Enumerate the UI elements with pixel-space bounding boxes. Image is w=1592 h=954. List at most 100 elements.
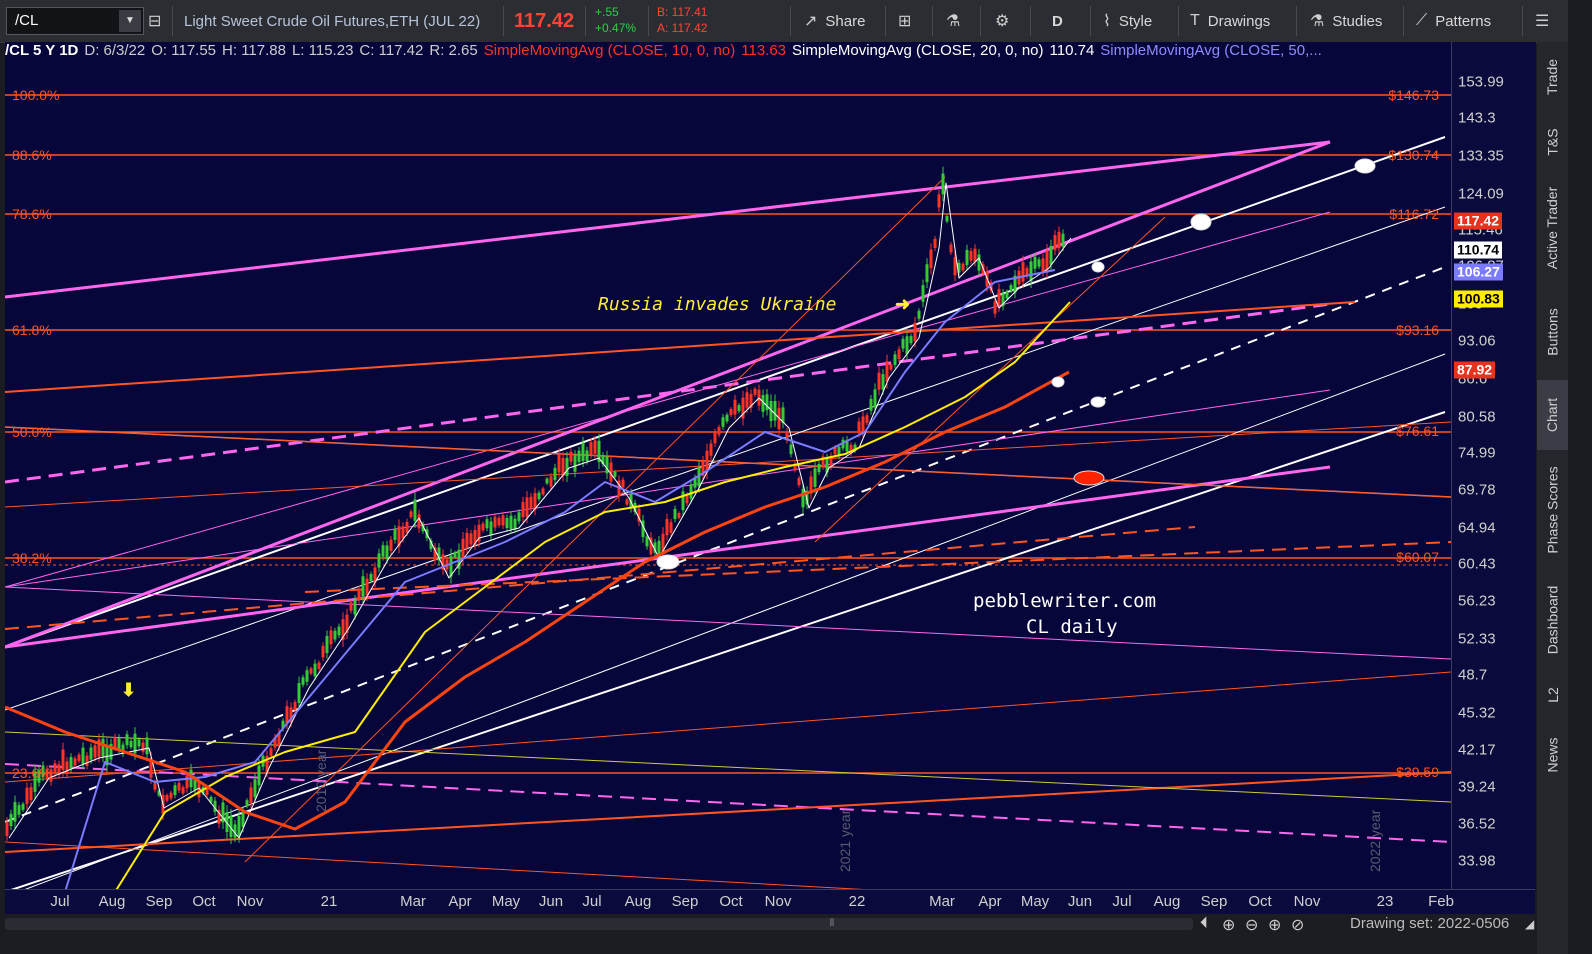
- candle: [797, 478, 801, 486]
- candle: [961, 263, 965, 271]
- target-marker: [656, 554, 680, 570]
- candle: [81, 747, 85, 764]
- trendline-dashed: [5, 266, 1446, 823]
- candle: [881, 374, 885, 390]
- grid-button[interactable]: ⊞: [898, 0, 919, 42]
- tab-active-trader[interactable]: Active Trader: [1537, 172, 1568, 284]
- candle: [293, 702, 297, 710]
- candle: [753, 388, 757, 395]
- settings-button[interactable]: ⚙: [995, 0, 1017, 42]
- share-button[interactable]: ↗ Share: [804, 0, 865, 42]
- fib-pct-886: 88.6%: [12, 147, 52, 163]
- candle: [889, 364, 893, 370]
- candle: [1033, 256, 1037, 269]
- candle: [113, 737, 117, 748]
- candle: [337, 626, 341, 636]
- time-axis[interactable]: Jul Aug Sep Oct Nov 21 Mar Apr May Jun J…: [5, 889, 1535, 915]
- tab-level-2[interactable]: L2: [1537, 670, 1568, 720]
- candle: [117, 738, 121, 750]
- candle: [977, 254, 981, 271]
- tab-buttons[interactable]: Buttons: [1537, 284, 1568, 380]
- symbol-input[interactable]: /CL ▼: [6, 7, 144, 35]
- aggregation-button[interactable]: D: [1052, 0, 1063, 42]
- time-label: Aug: [1153, 893, 1181, 910]
- scroll-left-icon[interactable]: ⏴: [1200, 915, 1208, 933]
- candle: [873, 389, 877, 408]
- zoom-out-icon[interactable]: ⊖: [1245, 915, 1258, 935]
- target-marker: [1091, 261, 1105, 273]
- style-button[interactable]: ⌇ Style: [1103, 0, 1152, 42]
- tab-chart[interactable]: Chart: [1537, 380, 1568, 450]
- candle: [141, 742, 145, 752]
- zoom-in-icon[interactable]: ⊕: [1268, 915, 1281, 935]
- time-label: Jul: [582, 893, 602, 910]
- year-marker-3: 2022 year: [1367, 809, 1383, 872]
- event-annotation: Russia invades Ukraine: [598, 294, 837, 315]
- candle: [505, 517, 509, 528]
- candle: [721, 417, 725, 427]
- candle: [737, 405, 741, 412]
- fib-pct-618: 61.8%: [12, 322, 52, 338]
- time-label: Mar: [929, 893, 955, 910]
- orange-thin: [5, 421, 1451, 508]
- tab-time-and-sales[interactable]: T&S: [1537, 112, 1568, 172]
- tab-trade[interactable]: Trade: [1537, 42, 1568, 112]
- candle: [733, 399, 737, 415]
- fib-price-500: $76.61: [1396, 423, 1439, 439]
- drawing-set-label[interactable]: Drawing set: 2022-0506: [1350, 915, 1509, 932]
- candle: [813, 468, 817, 487]
- menu-button[interactable]: ☰: [1535, 0, 1557, 42]
- candle: [745, 392, 749, 408]
- price-axis[interactable]: 153.99 143.3 133.35 124.09 115.46 106.87…: [1451, 42, 1536, 889]
- horizontal-scrollbar[interactable]: [5, 918, 1193, 930]
- candle: [469, 533, 473, 545]
- price-label: 93.06: [1458, 332, 1496, 350]
- flask-button[interactable]: ⚗: [946, 0, 968, 42]
- symbol-settings-icon[interactable]: ⊟: [148, 0, 161, 42]
- candle: [389, 539, 393, 551]
- header-date: D: 6/3/22: [84, 42, 146, 59]
- candle: [125, 734, 129, 746]
- candle: [369, 574, 373, 582]
- window-edge: [1568, 0, 1592, 954]
- header-open: O: 117.55: [151, 42, 217, 59]
- candle: [77, 754, 81, 761]
- candle: [321, 646, 325, 658]
- candle: [257, 765, 261, 786]
- candle: [1061, 233, 1065, 247]
- price-label: 39.24: [1458, 778, 1496, 796]
- price-label: 74.99: [1458, 444, 1496, 462]
- candle: [1049, 245, 1053, 265]
- studies-button[interactable]: ⚗ Studies: [1310, 0, 1382, 42]
- candle: [317, 662, 321, 670]
- year-marker-2: 2021 year: [837, 809, 853, 872]
- resize-handle-icon[interactable]: ◢: [1525, 917, 1534, 931]
- watermark-label: CL daily: [1026, 616, 1118, 638]
- candle: [913, 322, 917, 342]
- candle: [669, 522, 673, 533]
- time-label: Sep: [1200, 893, 1228, 910]
- candle: [997, 289, 1001, 307]
- price-label: 153.99: [1458, 73, 1504, 91]
- time-label: Oct: [1248, 893, 1272, 910]
- tab-phase-scores[interactable]: Phase Scores: [1537, 450, 1568, 570]
- tab-dashboard[interactable]: Dashboard: [1537, 570, 1568, 670]
- ask-price: A: 117.42: [657, 21, 708, 35]
- patterns-label: Patterns: [1435, 12, 1492, 30]
- chevron-down-icon[interactable]: ▼: [119, 10, 141, 32]
- target-marker: [1354, 158, 1376, 174]
- candle: [365, 578, 369, 596]
- candle: [29, 787, 33, 801]
- patterns-button[interactable]: ⟋ Patterns: [1416, 0, 1491, 42]
- candle: [129, 740, 133, 748]
- tab-news[interactable]: News: [1537, 720, 1568, 790]
- studies-icon: ⚗: [1310, 13, 1325, 30]
- candle: [857, 421, 861, 434]
- scrollbar-grip-icon[interactable]: ⦀: [825, 918, 839, 930]
- price-label: 143.3: [1458, 109, 1496, 127]
- reset-zoom-icon[interactable]: ⊕: [1222, 915, 1235, 935]
- drawings-button[interactable]: T Drawings: [1190, 0, 1270, 42]
- bid-price: B: 117.41: [657, 5, 708, 19]
- chart-plot-area[interactable]: 100.0% 88.6% 78.6% 61.8% 50.0% 38.2% 23.…: [5, 42, 1451, 889]
- zoom-fit-icon[interactable]: ⊘: [1291, 915, 1304, 935]
